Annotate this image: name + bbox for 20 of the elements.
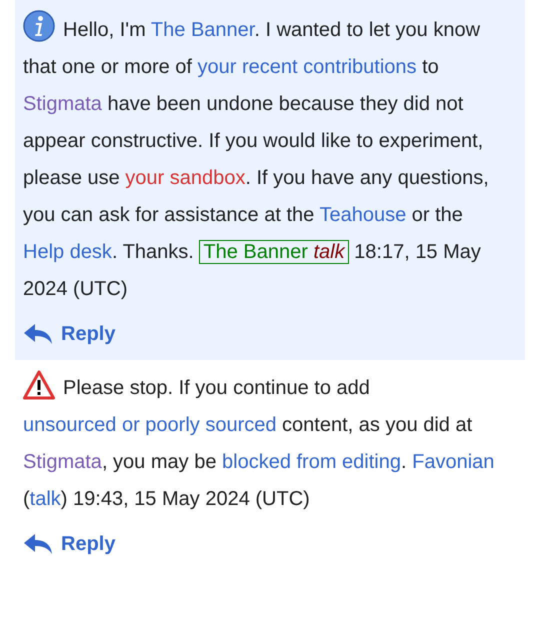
message-text: Hello, I'm The Banner. I wanted to let you know that one or more of your recent contributions to Stigmata have been undone because they did not appear constructive. If you would like to experiment, please use your sandbox. If you have any questions, you can ask for assistance at the Teahouse or the Help desk. Thanks. The Banner talk 18:17, 15 May 2024 (UTC) [23, 10, 517, 308]
link[interactable]: talk [30, 488, 61, 510]
signature-link[interactable]: The Banner talk [199, 240, 349, 264]
message-text: Please stop. If you continue to add unsourced or poorly sourced content, as you did at Stigmata, you may be blocked from editing. Favonian (talk) 19:43, 15 May 2024 (UTC) [23, 370, 517, 518]
link[interactable]: your recent contributions [198, 56, 417, 78]
warning-icon [23, 370, 55, 400]
reply-button[interactable]: Reply [23, 320, 116, 348]
reply-arrow-icon [23, 323, 53, 345]
link[interactable]: Stigmata [23, 93, 102, 115]
link[interactable]: Favonian [412, 451, 494, 473]
link[interactable]: blocked from editing [222, 451, 401, 473]
reply-button[interactable]: Reply [23, 530, 116, 558]
link[interactable]: unsourced or poorly sourced [23, 414, 276, 436]
link[interactable]: Teahouse [319, 204, 406, 226]
info-icon [23, 10, 55, 42]
link[interactable]: Stigmata [23, 451, 102, 473]
link[interactable]: The Banner [150, 19, 254, 41]
reply-arrow-icon [23, 533, 53, 555]
link[interactable]: your sandbox [125, 167, 246, 189]
link[interactable]: Help desk [23, 241, 112, 263]
